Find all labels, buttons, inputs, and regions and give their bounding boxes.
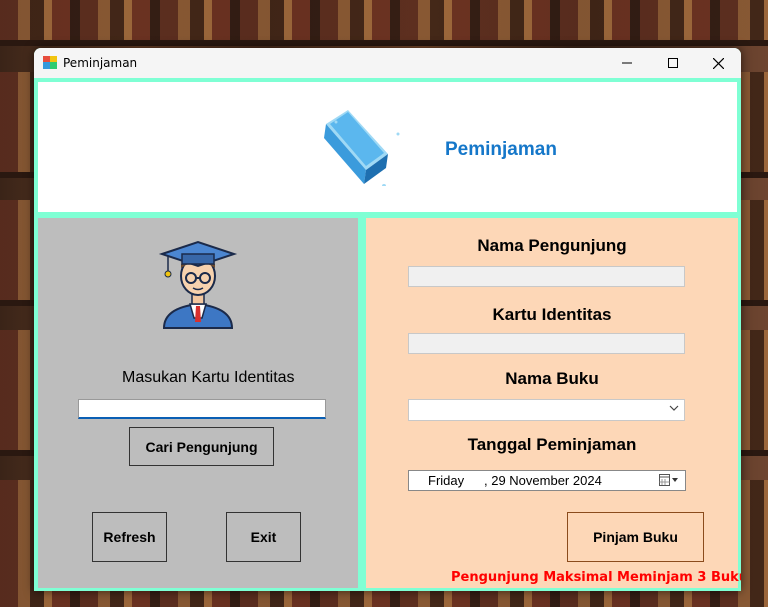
app-icon [43,56,57,69]
header-banner: Peminjaman [38,82,737,212]
visitor-name-field[interactable] [408,266,685,287]
borrow-limit-warning: Pengunjung Maksimal Meminjam 3 Buku! [451,570,741,585]
id-card-field[interactable] [408,333,685,354]
card-input[interactable] [78,399,326,419]
maximize-icon [668,58,678,68]
window-title: Peminjaman [63,56,138,70]
search-panel: Masukan Kartu Identitas Cari Pengunjung … [38,218,358,588]
date-day: Friday [428,473,465,488]
calendar-icon[interactable] [659,474,679,486]
book-icon [324,110,400,186]
book-select[interactable] [408,399,685,421]
borrow-date-picker[interactable]: Friday , 29 November 2024 [408,470,686,491]
borrow-book-button[interactable]: Pinjam Buku [567,512,704,562]
maximize-button[interactable] [650,48,696,78]
minimize-button[interactable] [604,48,650,78]
exit-button[interactable]: Exit [226,512,301,562]
close-icon [712,57,724,69]
graduate-avatar-icon [158,240,238,329]
header-title: Peminjaman [445,139,557,160]
close-button[interactable] [695,48,741,78]
borrow-date-label: Tanggal Peminjaman [467,435,637,454]
title-bar[interactable]: Peminjaman [34,48,741,78]
minimize-icon [622,62,632,64]
chevron-down-icon [669,405,679,411]
borrow-window: Peminjaman Peminjaman Masukan Kartu Iden… [34,48,741,591]
id-card-label: Kartu Identitas [492,305,612,324]
book-name-label: Nama Buku [505,369,599,388]
card-label: Masukan Kartu Identitas [122,369,295,386]
date-value: , 29 November 2024 [484,473,602,488]
borrow-form-panel: Nama Pengunjung Kartu Identitas Nama Buk… [366,218,741,588]
refresh-button[interactable]: Refresh [92,512,167,562]
search-visitor-button[interactable]: Cari Pengunjung [129,427,274,466]
visitor-name-label: Nama Pengunjung [477,236,627,255]
